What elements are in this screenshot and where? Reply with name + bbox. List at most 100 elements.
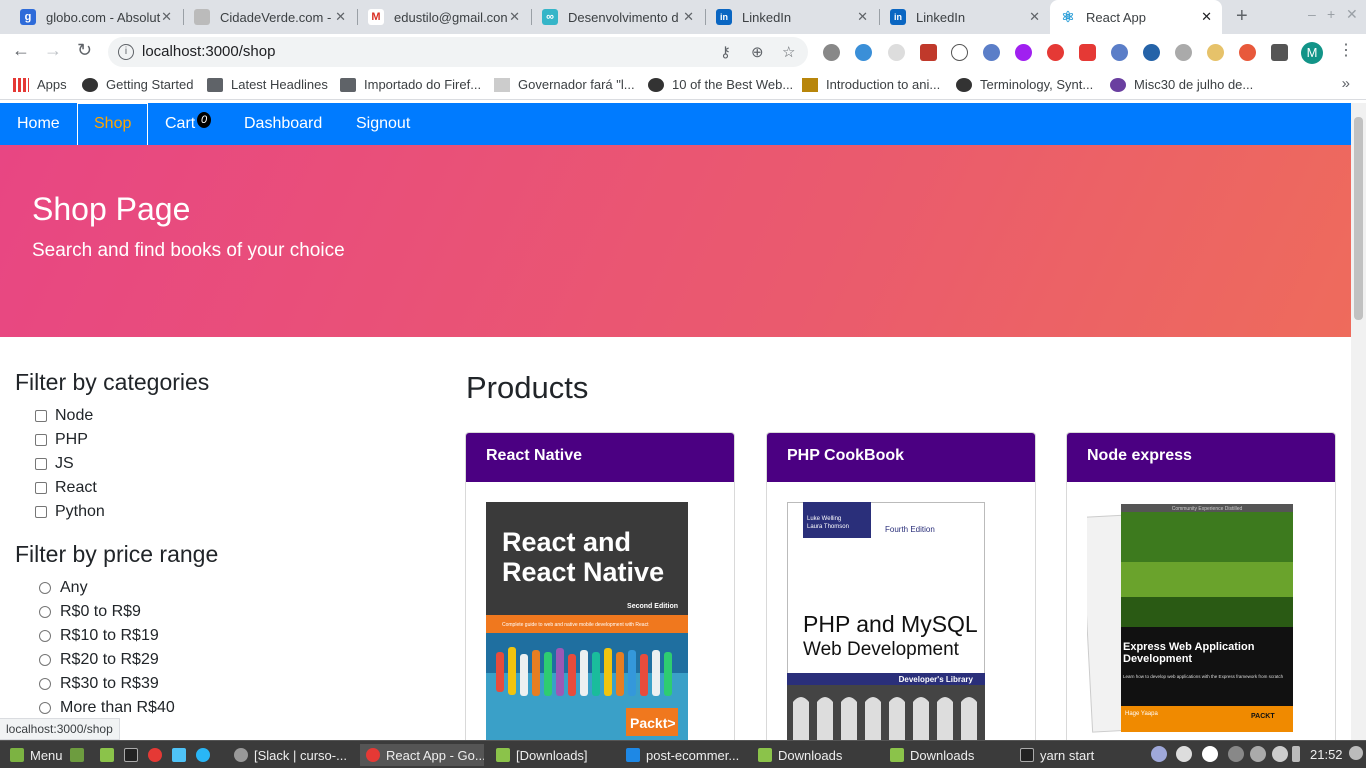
radio[interactable] — [39, 702, 51, 714]
extension-red-icon[interactable] — [920, 44, 937, 61]
bookmark-apps[interactable]: Apps — [13, 77, 67, 92]
product-cover-image[interactable]: React and React Native Second Edition Co… — [486, 502, 688, 747]
bookmark-item[interactable]: Introduction to ani... — [802, 77, 940, 92]
close-window-icon[interactable]: ✕ — [1346, 6, 1358, 23]
browser-tab-active[interactable]: ⚛ React App ✕ — [1050, 0, 1222, 34]
maximize-icon[interactable]: + — [1327, 6, 1335, 22]
extension-youtube-icon[interactable] — [1079, 44, 1096, 61]
taskbar-window[interactable]: [Downloads] — [490, 744, 614, 766]
browser-menu-icon[interactable]: ⋮ — [1338, 40, 1354, 60]
price-radio[interactable]: R$10 to R$19 — [39, 627, 159, 645]
close-tab-icon[interactable]: ✕ — [335, 9, 346, 25]
close-tab-icon[interactable]: ✕ — [509, 9, 520, 25]
address-bar[interactable]: i localhost:3000/shop ⚷ ⊕ ☆ — [108, 37, 808, 67]
bookmark-item[interactable]: Terminology, Synt... — [956, 77, 1093, 92]
extension-json-icon[interactable] — [951, 44, 968, 61]
close-tab-icon[interactable]: ✕ — [1029, 9, 1040, 25]
extension-dots-icon[interactable] — [888, 44, 905, 61]
slack-tray-icon[interactable] — [1176, 746, 1192, 762]
extension-yellow-icon[interactable] — [1207, 44, 1224, 61]
key-icon[interactable]: ⚷ — [720, 43, 731, 61]
taskbar-window-active[interactable]: React App - Go... — [360, 744, 484, 766]
launcher-desktop[interactable] — [70, 744, 90, 766]
bookmark-item[interactable]: Getting Started — [82, 77, 193, 92]
new-tab-icon[interactable]: + — [1236, 5, 1248, 28]
category-checkbox[interactable]: PHP — [35, 431, 88, 449]
radio[interactable] — [39, 630, 51, 642]
zoom-icon[interactable]: ⊕ — [751, 43, 764, 61]
price-radio[interactable]: R$20 to R$29 — [39, 651, 159, 669]
radio[interactable] — [39, 606, 51, 618]
extension-edge-icon[interactable] — [1143, 44, 1160, 61]
price-radio[interactable]: Any — [39, 579, 88, 597]
browser-tab[interactable]: in LinkedIn ✕ — [706, 0, 878, 34]
extension-purple-icon[interactable] — [1015, 44, 1032, 61]
product-cover-image[interactable]: Community Experience Distilled Express W… — [1080, 502, 1297, 747]
extension-translate-icon[interactable] — [1239, 44, 1256, 61]
product-cover-image[interactable]: Luke Welling Laura Thomson Fourth Editio… — [787, 502, 985, 747]
extension-globe-icon[interactable] — [855, 44, 872, 61]
launcher-files[interactable] — [100, 744, 120, 766]
checkbox[interactable] — [35, 458, 47, 470]
bookmark-item[interactable]: 10 of the Best Web... — [648, 77, 793, 92]
extension-blue2-icon[interactable] — [1111, 44, 1128, 61]
battery-icon[interactable] — [1292, 746, 1300, 762]
radio[interactable] — [39, 678, 51, 690]
skype-icon[interactable] — [1202, 746, 1218, 762]
checkbox[interactable] — [35, 410, 47, 422]
reload-icon[interactable]: ↻ — [77, 40, 92, 61]
browser-tab[interactable]: in LinkedIn ✕ — [880, 0, 1050, 34]
browser-tab[interactable]: M edustilo@gmail.con ✕ — [358, 0, 530, 34]
close-tab-icon[interactable]: ✕ — [1201, 9, 1212, 25]
launcher-chrome[interactable] — [148, 744, 168, 766]
taskbar-clock[interactable]: 21:52 — [1310, 747, 1343, 762]
close-tab-icon[interactable]: ✕ — [683, 9, 694, 25]
bookmark-item[interactable]: Governador fará "l... — [494, 77, 635, 92]
volume-icon[interactable] — [1349, 746, 1363, 760]
adblock-icon[interactable] — [1047, 44, 1064, 61]
launcher-terminal[interactable] — [124, 744, 144, 766]
radio[interactable] — [39, 582, 51, 594]
wifi-icon[interactable] — [1272, 746, 1288, 762]
start-menu-button[interactable]: Menu — [4, 744, 69, 766]
minimize-icon[interactable]: – — [1308, 6, 1316, 22]
checkbox[interactable] — [35, 482, 47, 494]
shield-icon[interactable] — [1151, 746, 1167, 762]
radio[interactable] — [39, 654, 51, 666]
scrollbar-thumb[interactable] — [1354, 117, 1363, 320]
page-scrollbar[interactable] — [1351, 103, 1366, 740]
browser-tab[interactable]: ∞ Desenvolvimento d ✕ — [532, 0, 704, 34]
price-radio[interactable]: R$30 to R$39 — [39, 675, 159, 693]
checkbox[interactable] — [35, 506, 47, 518]
bluetooth-icon[interactable] — [1228, 746, 1244, 762]
taskbar-window[interactable]: [Slack | curso-... — [228, 744, 356, 766]
nav-signout[interactable]: Signout — [340, 103, 426, 145]
address-url[interactable]: localhost:3000/shop — [142, 43, 275, 60]
category-checkbox[interactable]: React — [35, 479, 97, 497]
bookmark-item[interactable]: Importado do Firef... — [340, 77, 481, 92]
extension-blue-icon[interactable] — [983, 44, 1000, 61]
extension-settings-icon[interactable] — [1175, 44, 1192, 61]
extension-gear-icon[interactable] — [823, 44, 840, 61]
price-radio[interactable]: More than R$40 — [39, 699, 175, 717]
nav-shop[interactable]: Shop — [77, 103, 148, 145]
checkbox[interactable] — [35, 434, 47, 446]
back-icon[interactable]: ← — [12, 40, 30, 61]
category-checkbox[interactable]: Node — [35, 407, 93, 425]
close-tab-icon[interactable]: ✕ — [161, 9, 172, 25]
price-radio[interactable]: R$0 to R$9 — [39, 603, 141, 621]
browser-tab[interactable]: CidadeVerde.com - ✕ — [184, 0, 356, 34]
bookmark-star-icon[interactable]: ☆ — [782, 43, 795, 61]
site-info-icon[interactable]: i — [118, 44, 134, 60]
category-checkbox[interactable]: JS — [35, 455, 74, 473]
launcher-app2[interactable] — [196, 744, 216, 766]
close-tab-icon[interactable]: ✕ — [857, 9, 868, 25]
profile-avatar[interactable]: M — [1301, 42, 1323, 64]
user-icon[interactable] — [1250, 746, 1266, 762]
forward-icon[interactable]: → — [44, 40, 62, 61]
extensions-puzzle-icon[interactable] — [1271, 44, 1288, 61]
taskbar-window[interactable]: post-ecommer... — [620, 744, 746, 766]
browser-tab[interactable]: g globo.com - Absolut ✕ — [10, 0, 182, 34]
taskbar-window[interactable]: Downloads — [752, 744, 876, 766]
taskbar-window[interactable]: Downloads — [884, 744, 1008, 766]
